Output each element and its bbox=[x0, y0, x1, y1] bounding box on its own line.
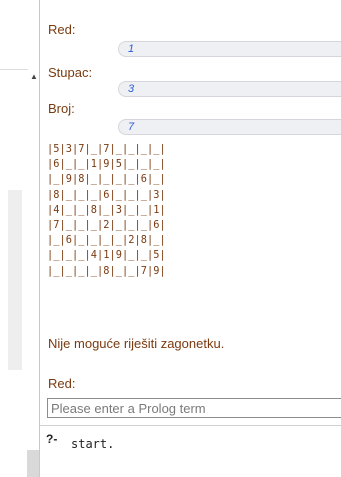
row-label: Red: bbox=[48, 22, 76, 37]
prolog-term-input[interactable] bbox=[47, 398, 341, 418]
left-scroll-track[interactable] bbox=[8, 190, 22, 370]
board-row: |8|_|_|_|6|_|_|_|3| bbox=[47, 188, 166, 201]
query-prompt-marker: ?- bbox=[46, 432, 58, 446]
panel-divider bbox=[0, 69, 28, 70]
board-row: |_|6|_|_|_|_|2|8|_| bbox=[47, 234, 166, 247]
board-row: |_|_|_|4|1|9|_|_|5| bbox=[47, 249, 166, 262]
board-row: |_|9|8|_|_|_|_|6|_| bbox=[47, 173, 166, 186]
board-row: |_|_|_|_|8|_|_|7|9| bbox=[47, 264, 166, 277]
next-row-prompt-label: Red: bbox=[48, 376, 76, 391]
unsolvable-message: Nije moguće riješiti zagonetku. bbox=[48, 336, 225, 351]
board-row: |6|_|_|1|9|5|_|_|_| bbox=[47, 158, 166, 171]
scrollbar-thumb[interactable] bbox=[27, 450, 39, 477]
query-text[interactable]: start. bbox=[71, 437, 114, 451]
sudoku-board: |5|3|7|_|7|_|_|_|_| |6|_|_|1|9|5|_|_|_| |_… bbox=[47, 142, 247, 279]
board-row: |7|_|_|_|2|_|_|_|6| bbox=[47, 219, 166, 232]
prolog-output-pane: Red: 1 Stupac: 3 Broj: 7 |5|3|7|_|7|_|_|… bbox=[40, 0, 341, 477]
query-divider bbox=[40, 425, 341, 426]
board-row: |4|_|_|8|_|3|_|_|1| bbox=[47, 203, 166, 216]
row-value-field: 1 bbox=[118, 41, 341, 57]
column-value-field: 3 bbox=[118, 81, 341, 97]
column-label: Stupac: bbox=[48, 65, 93, 80]
number-value-field: 7 bbox=[118, 119, 341, 135]
scroll-up-arrow-icon[interactable]: ▲ bbox=[29, 72, 39, 82]
board-row: |5|3|7|_|7|_|_|_|_| bbox=[47, 143, 166, 155]
number-label: Broj: bbox=[48, 101, 75, 116]
